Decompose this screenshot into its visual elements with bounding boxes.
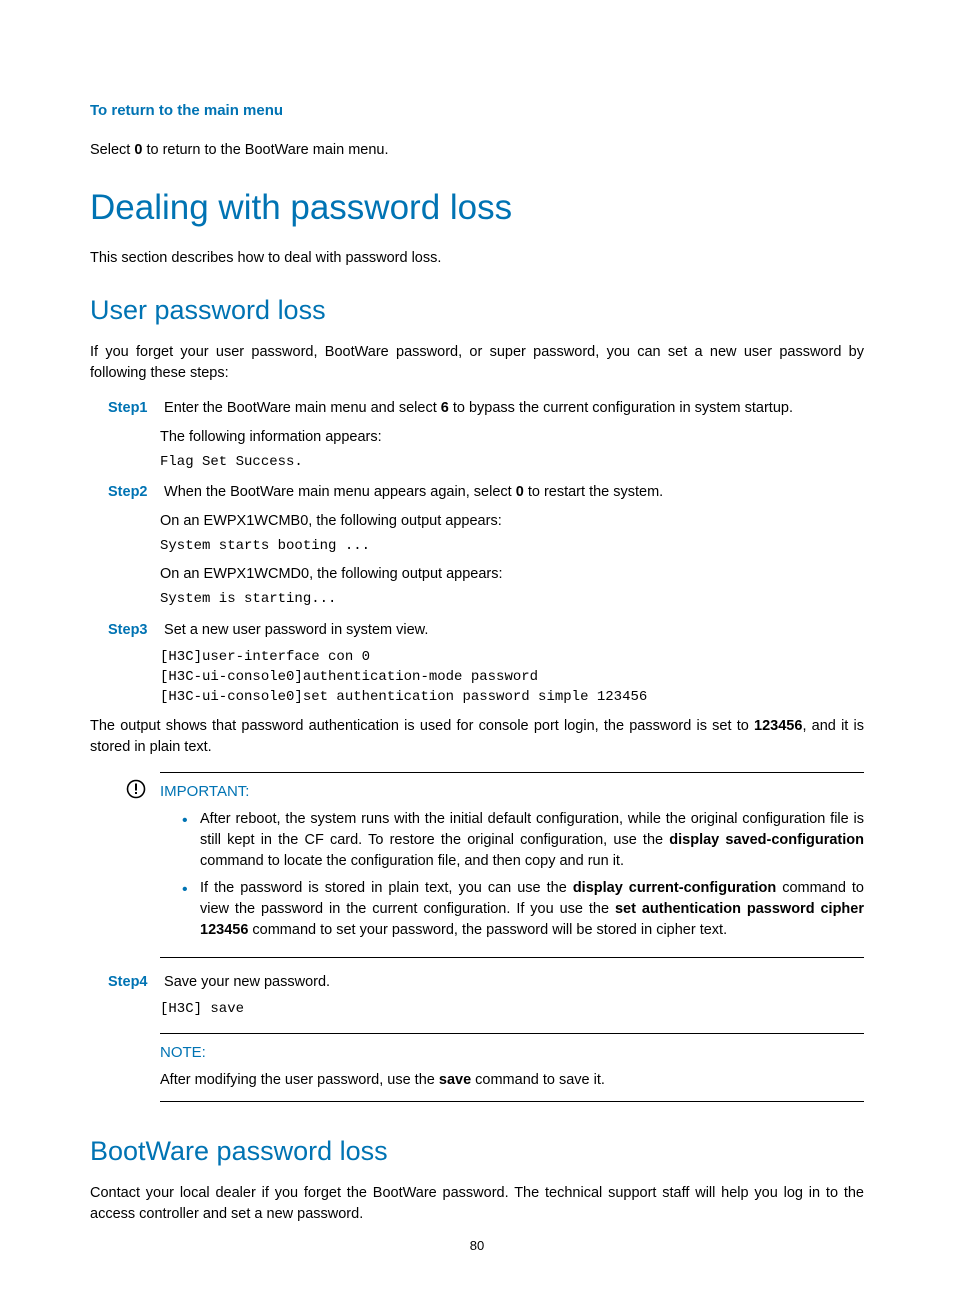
text: command to save it. [471,1072,605,1088]
text-bold: display current-configuration [573,880,776,896]
important-callout: IMPORTANT: After reboot, the system runs… [160,772,864,958]
step1-row: Step1 Enter the BootWare main menu and s… [90,398,864,419]
step3-label: Step3 [108,620,160,641]
heading-dealing-password-loss: Dealing with password loss [90,183,864,234]
step1-text: Enter the BootWare main menu and select … [164,398,859,419]
text: When the BootWare main menu appears agai… [164,484,516,500]
text-bold: 0 [516,484,524,500]
important-label: IMPORTANT: [160,783,249,800]
document-page: To return to the main menu Select 0 to r… [0,0,954,1296]
step4-row: Step4 Save your new password. [90,972,864,993]
heading-bootware-password-loss: BootWare password loss [90,1132,864,1171]
step1-sub1: The following information appears: [160,427,864,448]
text: to return to the BootWare main menu. [142,142,388,158]
text: The output shows that password authentic… [90,718,754,734]
text: After modifying the user password, use t… [160,1072,439,1088]
important-icon [126,779,146,806]
text: Enter the BootWare main menu and select [164,400,441,416]
step4-label: Step4 [108,972,160,993]
important-header-wrap: IMPORTANT: [160,781,864,803]
text: If the password is stored in plain text,… [200,880,573,896]
step2-text: When the BootWare main menu appears agai… [164,482,859,503]
step3-row: Step3 Set a new user password in system … [90,620,864,641]
text: command to locate the configuration file… [200,853,624,869]
text-bold: 123456 [754,718,802,734]
step3-code: [H3C]user-interface con 0 [H3C-ui-consol… [160,647,864,708]
heading-user-password-loss: User password loss [90,291,864,330]
step4-text: Save your new password. [164,972,859,993]
important-bullet-1: After reboot, the system runs with the i… [182,809,864,872]
step2-label: Step2 [108,482,160,503]
step1-label: Step1 [108,398,160,419]
step2-code2: System is starting... [160,589,864,609]
text: to restart the system. [524,484,663,500]
note-callout: NOTE: After modifying the user password,… [160,1033,864,1102]
text-bold: 6 [441,400,449,416]
h1-subtext: This section describes how to deal with … [90,248,864,269]
step3-text: Set a new user password in system view. [164,620,859,641]
important-list: After reboot, the system runs with the i… [182,809,864,941]
step2-sub1: On an EWPX1WCMB0, the following output a… [160,511,864,532]
note-body: After modifying the user password, use t… [160,1070,864,1091]
text-bold: display saved-configuration [669,832,864,848]
bootware-body: Contact your local dealer if you forget … [90,1183,864,1225]
text-bold: save [439,1072,471,1088]
note-label: NOTE: [160,1042,864,1064]
step2-sub2: On an EWPX1WCMD0, the following output a… [160,564,864,585]
text: command to set your password, the passwo… [248,922,727,938]
text: to bypass the current configuration in s… [449,400,793,416]
step3-output: The output shows that password authentic… [90,716,864,758]
page-number: 80 [90,1237,864,1256]
user-intro: If you forget your user password, BootWa… [90,342,864,384]
step4-code: [H3C] save [160,999,864,1019]
important-bullet-2: If the password is stored in plain text,… [182,878,864,941]
step1-code1: Flag Set Success. [160,452,864,472]
return-body: Select 0 to return to the BootWare main … [90,140,864,161]
heading-return-main-menu: To return to the main menu [90,100,864,122]
text: Select [90,142,134,158]
step2-row: Step2 When the BootWare main menu appear… [90,482,864,503]
step2-code1: System starts booting ... [160,536,864,556]
